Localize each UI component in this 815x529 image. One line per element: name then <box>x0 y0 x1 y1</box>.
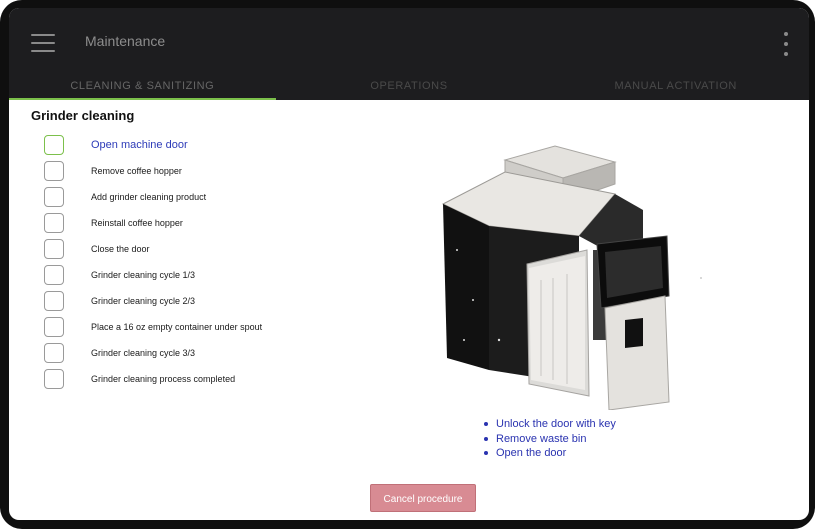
list-item: Grinder cleaning cycle 1/3 <box>44 262 364 288</box>
screen: Maintenance CLEANING & SANITIZING OPERAT… <box>9 8 809 520</box>
step-label: Open machine door <box>91 139 188 151</box>
more-vertical-icon[interactable] <box>782 32 790 56</box>
step-label: Grinder cleaning process completed <box>91 374 236 384</box>
list-item: Reinstall coffee hopper <box>44 210 364 236</box>
step-label: Grinder cleaning cycle 3/3 <box>91 348 196 358</box>
tab-bar: CLEANING & SANITIZING OPERATIONS MANUAL … <box>9 74 809 100</box>
step-checkbox[interactable] <box>44 317 64 337</box>
list-item: Place a 16 oz empty container under spou… <box>44 314 364 340</box>
instruction-item: Remove waste bin <box>482 432 616 447</box>
app-bar: Maintenance CLEANING & SANITIZING OPERAT… <box>9 8 809 100</box>
tab-manual-activation[interactable]: MANUAL ACTIVATION <box>542 74 809 100</box>
hamburger-menu-icon[interactable] <box>31 34 55 52</box>
step-checkbox[interactable] <box>44 265 64 285</box>
step-checkbox[interactable] <box>44 291 64 311</box>
step-label: Add grinder cleaning product <box>91 192 207 202</box>
tab-cleaning-sanitizing[interactable]: CLEANING & SANITIZING <box>9 74 276 100</box>
list-item: Grinder cleaning cycle 2/3 <box>44 288 364 314</box>
step-checkbox[interactable] <box>44 343 64 363</box>
device-bezel: Maintenance CLEANING & SANITIZING OPERAT… <box>0 0 815 529</box>
instruction-item: Unlock the door with key <box>482 417 616 432</box>
step-label: Close the door <box>91 244 150 254</box>
instruction-list: Unlock the door with key Remove waste bi… <box>482 417 616 461</box>
instruction-item: Open the door <box>482 446 616 461</box>
step-list: Open machine door Remove coffee hopper A… <box>44 132 364 392</box>
step-label: Grinder cleaning cycle 1/3 <box>91 270 196 280</box>
step-checkbox[interactable] <box>44 239 64 259</box>
step-label: Place a 16 oz empty container under spou… <box>91 322 263 332</box>
list-item: Add grinder cleaning product <box>44 184 364 210</box>
list-item: Grinder cleaning process completed <box>44 366 364 392</box>
list-item: Close the door <box>44 236 364 262</box>
cancel-procedure-button[interactable]: Cancel procedure <box>370 484 476 512</box>
list-item: Open machine door <box>44 132 364 158</box>
list-item: Remove coffee hopper <box>44 158 364 184</box>
step-checkbox[interactable] <box>44 135 64 155</box>
step-label: Reinstall coffee hopper <box>91 218 183 228</box>
step-checkbox[interactable] <box>44 213 64 233</box>
step-checkbox[interactable] <box>44 369 64 389</box>
step-checkbox[interactable] <box>44 161 64 181</box>
step-label: Remove coffee hopper <box>91 166 182 176</box>
section-title: Grinder cleaning <box>31 108 135 123</box>
list-item: Grinder cleaning cycle 3/3 <box>44 340 364 366</box>
tab-operations[interactable]: OPERATIONS <box>276 74 543 100</box>
page-title: Maintenance <box>85 33 166 49</box>
step-checkbox[interactable] <box>44 187 64 207</box>
coffee-machine-illustration <box>441 145 702 410</box>
step-label: Grinder cleaning cycle 2/3 <box>91 296 196 306</box>
